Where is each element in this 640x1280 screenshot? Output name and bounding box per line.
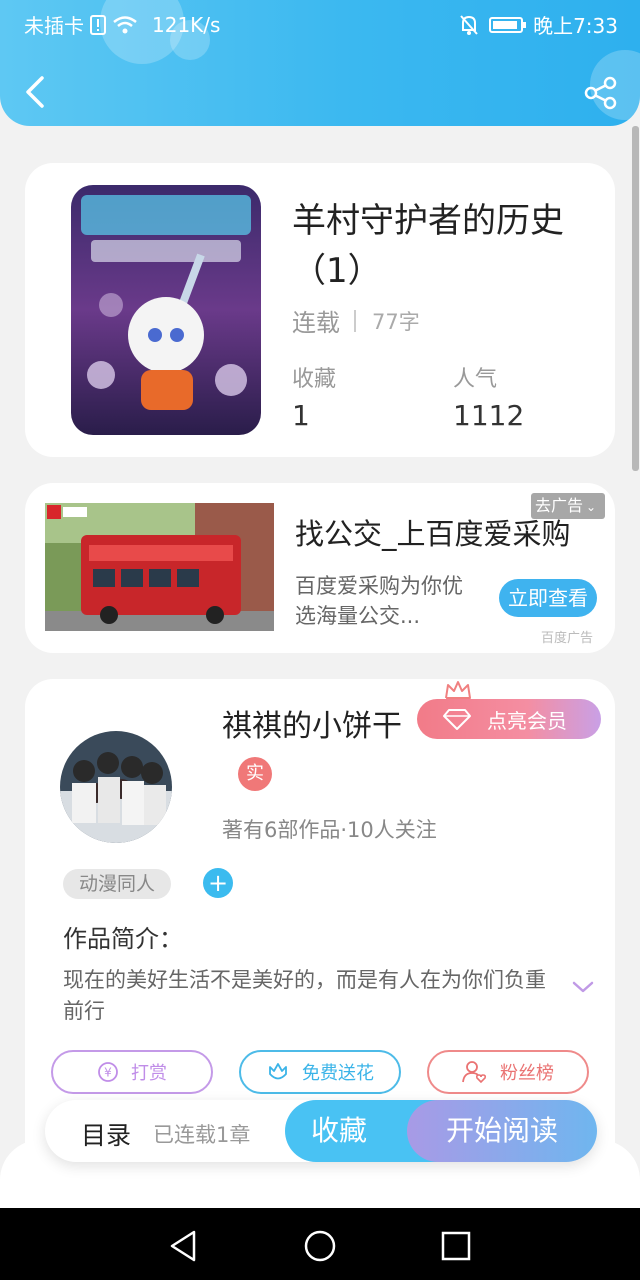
ad-card[interactable]: 找公交_上百度爱采购 百度爱采购为你优选海量公交... 立即查看 去广告 ⌄ 百度… <box>25 483 615 653</box>
favorites-label: 收藏 <box>292 367 337 392</box>
carrier-label: 未插卡 <box>24 14 84 38</box>
real-name-badge: 实 <box>238 757 272 791</box>
crown-icon <box>445 681 471 699</box>
popularity-label: 人气 <box>453 367 498 392</box>
share-icon[interactable] <box>584 76 618 110</box>
remove-ad-button[interactable]: 去广告 ⌄ <box>531 493 605 519</box>
add-tag-button[interactable]: + <box>203 868 233 898</box>
send-flower-button[interactable]: 免费送花 <box>239 1050 401 1094</box>
coin-icon: ¥ <box>98 1062 118 1082</box>
nav-back-icon[interactable] <box>166 1228 202 1264</box>
avatar[interactable] <box>60 731 172 843</box>
ad-image[interactable] <box>45 503 274 631</box>
toc-button[interactable]: 目录 <box>81 1116 131 1152</box>
svg-text:¥: ¥ <box>104 1066 112 1080</box>
sim-alert-icon <box>90 14 106 35</box>
tip-button[interactable]: ¥ 打赏 <box>51 1050 213 1094</box>
ad-description: 百度爱采购为你优选海量公交... <box>295 574 463 628</box>
favorites-count: 1 <box>292 399 310 432</box>
send-flower-label: 免费送花 <box>302 1063 374 1084</box>
vip-button[interactable]: 点亮会员 <box>417 699 601 739</box>
clock: 晚上7:33 <box>533 14 618 38</box>
popularity-count: 1112 <box>453 399 525 432</box>
mute-bell-icon <box>460 14 478 35</box>
book-cover[interactable] <box>71 185 261 435</box>
plus-icon: + <box>207 869 229 897</box>
chevron-down-icon[interactable] <box>571 977 595 997</box>
flower-icon <box>269 1063 287 1080</box>
diamond-icon <box>443 709 471 730</box>
remove-ad-label: 去广告 <box>535 496 584 515</box>
book-meta: 连载 77字 <box>292 303 420 338</box>
serial-status: 连载 <box>292 309 340 337</box>
fan-ranking-button[interactable]: 粉丝榜 <box>427 1050 589 1094</box>
fan-ranking-label: 粉丝榜 <box>500 1063 554 1084</box>
intro-text: 现在的美好生活不是美好的，而是有人在为你们负重前行 <box>63 968 546 1023</box>
author-name[interactable]: 祺祺的小饼干 <box>222 701 402 745</box>
user-heart-icon <box>462 1061 487 1084</box>
network-speed: 121K/s <box>152 12 221 37</box>
intro-label: 作品简介： <box>63 925 183 953</box>
bottom-action-bar: 目录 已连载1章 收藏 开始阅读 <box>45 1100 597 1162</box>
chevron-down-icon: ⌄ <box>586 500 597 514</box>
book-title: 羊村守护者的历史（1） <box>292 201 564 291</box>
back-icon[interactable] <box>20 74 52 110</box>
tip-label: 打赏 <box>131 1063 167 1084</box>
wifi-icon <box>113 15 137 33</box>
divider <box>354 309 356 332</box>
start-reading-button[interactable]: 开始阅读 <box>407 1100 597 1162</box>
scrollbar[interactable] <box>632 126 639 471</box>
ad-source-label: 百度广告 <box>541 631 594 646</box>
system-nav-bar <box>0 1208 640 1280</box>
vip-button-label: 点亮会员 <box>487 708 567 733</box>
nav-recents-icon[interactable] <box>438 1228 474 1264</box>
ad-view-button[interactable]: 立即查看 <box>499 579 597 617</box>
word-count: 77字 <box>372 309 420 334</box>
status-bar: 未插卡 121K/s 晚上7:33 <box>0 0 640 44</box>
chapter-count: 已连载1章 <box>153 1123 251 1147</box>
nav-home-icon[interactable] <box>302 1228 338 1264</box>
battery-icon <box>489 16 527 33</box>
author-stats: 著有6部作品·10人关注 <box>222 818 437 842</box>
book-info-card: 羊村守护者的历史（1） 连载 77字 收藏 1 人气 1112 <box>25 163 615 457</box>
header: 未插卡 121K/s 晚上7:33 <box>0 0 640 126</box>
tag-chip[interactable]: 动漫同人 <box>63 869 171 899</box>
